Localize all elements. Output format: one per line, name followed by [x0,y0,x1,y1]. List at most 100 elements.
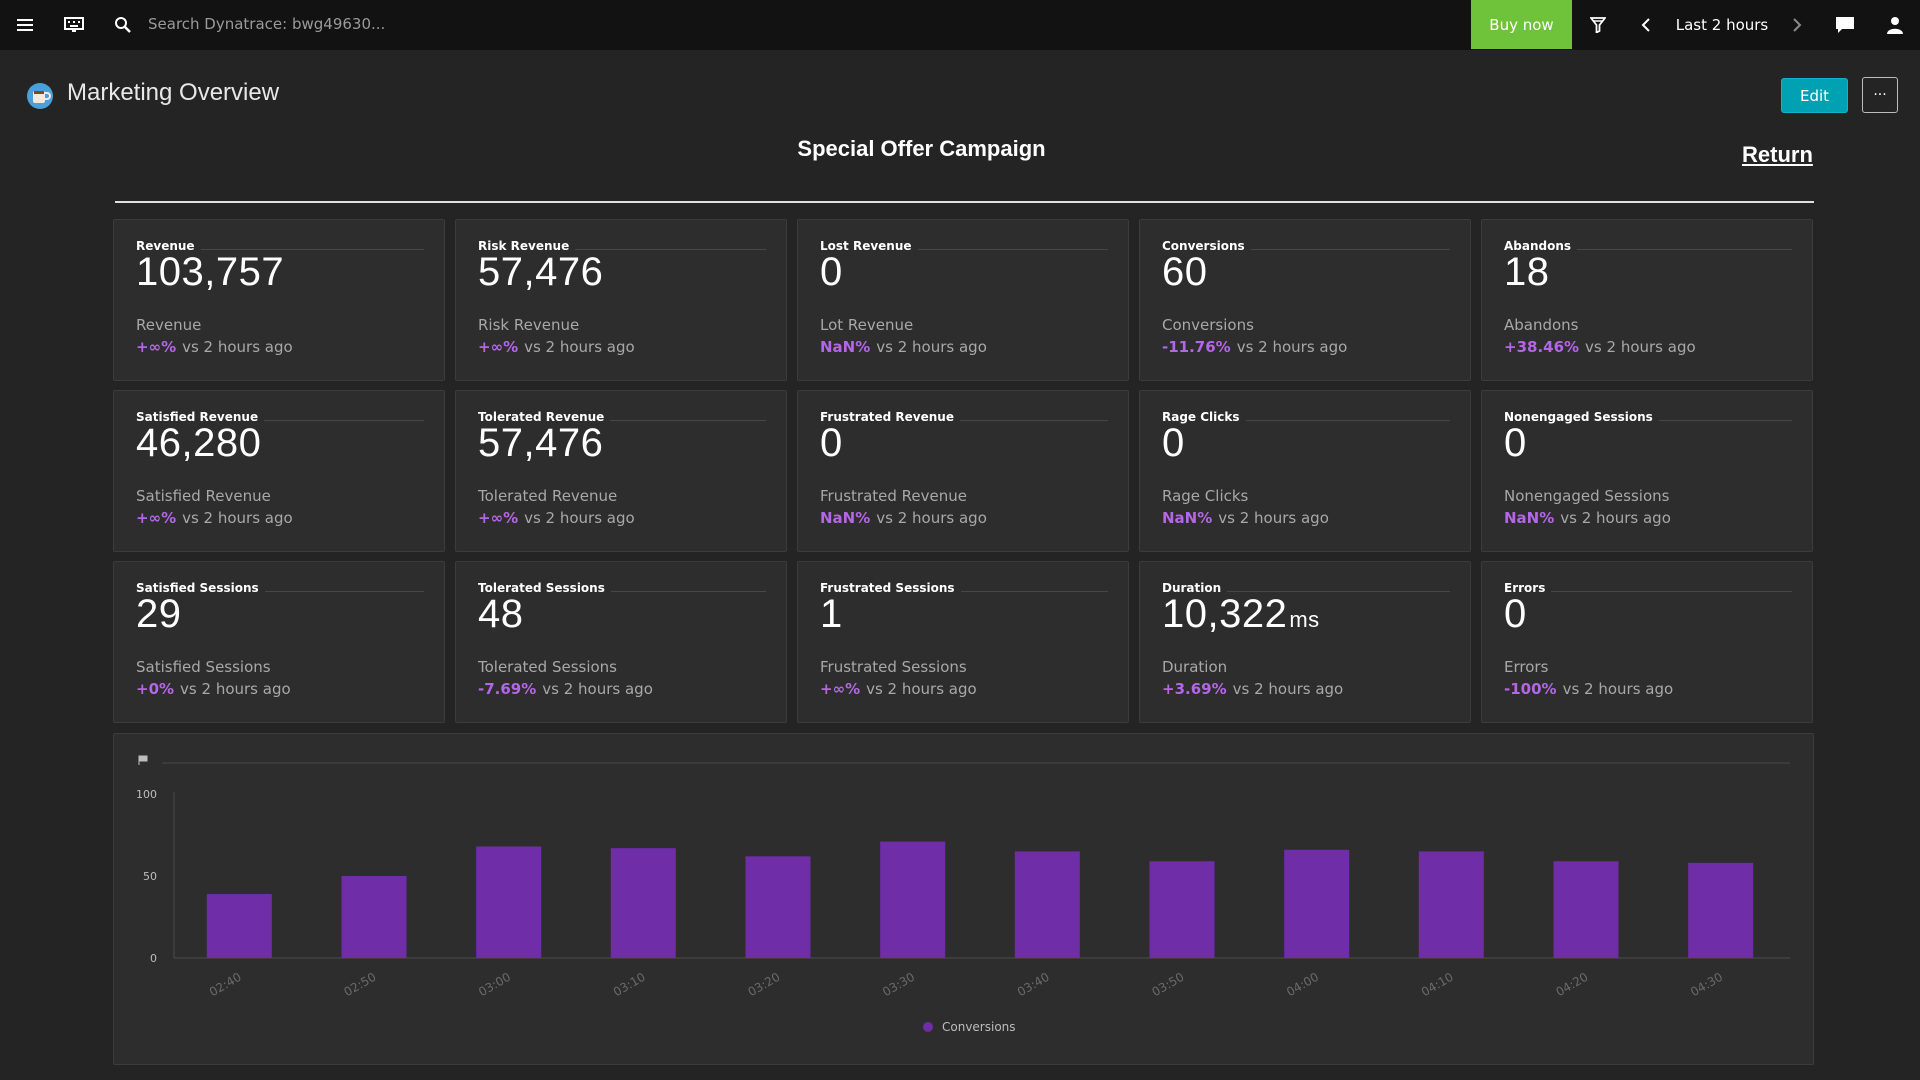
metric-tile[interactable]: Frustrated Sessions 1 Frustrated Sessions +… [797,561,1129,723]
tile-delta-percent: +∞% [136,509,177,527]
tile-delta-suffix: vs 2 hours ago [866,680,977,698]
tile-value: 0 [820,250,843,295]
tile-title-rule [264,420,424,421]
tile-delta-percent: +0% [136,680,175,698]
tile-title-rule [960,420,1108,421]
chevron-right-icon[interactable] [1789,0,1805,50]
more-options-button[interactable]: ··· [1862,77,1898,113]
return-link[interactable]: Return [1742,142,1813,168]
tile-value-number: 18 [1504,250,1550,294]
tile-subtitle: Nonengaged Sessions [1504,487,1670,505]
legend-swatch [923,1022,933,1032]
metric-tile[interactable]: Rage Clicks 0 Rage Clicks NaN% vs 2 hours ag… [1139,390,1471,552]
page-title: Marketing Overview [67,79,280,106]
tile-value: 0 [1162,421,1185,466]
tile-title-rule [610,420,766,421]
tile-value-number: 29 [136,592,182,636]
tile-value: 1 [820,592,843,637]
chart-bar [1149,861,1215,958]
tile-delta: NaN% vs 2 hours ago [1504,509,1671,527]
chart-bar [610,848,676,958]
tile-delta-suffix: vs 2 hours ago [182,338,293,356]
tile-value-number: 60 [1162,250,1208,294]
metric-tile[interactable]: Frustrated Revenue 0 Frustrated Revenue NaN… [797,390,1129,552]
tile-title-rule [918,249,1108,250]
tile-value: 57,476 [478,421,603,466]
chart-bar [880,841,946,958]
x-tick-label: 03:50 [1150,970,1187,999]
tile-delta: -7.69% vs 2 hours ago [478,680,653,698]
chat-icon[interactable] [1834,0,1856,50]
user-icon[interactable] [1884,0,1906,50]
y-tick-label: 0 [150,952,157,965]
x-tick-label: 02:50 [342,970,379,999]
tile-delta: +∞% vs 2 hours ago [478,509,635,527]
metric-tile[interactable]: Satisfied Sessions 29 Satisfied Sessions +0… [113,561,445,723]
conversions-bar-chart: 100 50 0 02:40 02:50 03:00 03:10 03:20 03:30 03:4… [136,755,1790,1034]
campaign-title: Special Offer Campaign [797,136,1046,161]
timeframe-selector[interactable]: Last 2 hours [1662,0,1782,50]
tile-delta-percent: NaN% [1504,509,1555,527]
tile-title-rule [961,591,1108,592]
metric-tile[interactable]: Nonengaged Sessions 0 Nonengaged Sessions N… [1481,390,1813,552]
tile-value: 48 [478,592,524,637]
chart-bar [1688,862,1754,958]
tile-delta: +∞% vs 2 hours ago [478,338,635,356]
tile-subtitle: Abandons [1504,316,1579,334]
tile-title-rule [611,591,766,592]
tile-delta-suffix: vs 2 hours ago [542,680,653,698]
tile-subtitle: Rage Clicks [1162,487,1249,505]
tile-delta-suffix: vs 2 hours ago [1562,680,1674,698]
search-icon[interactable] [112,0,134,50]
chart-bar [206,894,272,958]
tile-subtitle: Risk Revenue [478,316,580,334]
tile-delta-percent: NaN% [1162,509,1213,527]
tile-subtitle: Conversions [1162,316,1254,334]
metric-tile[interactable]: Satisfied Revenue 46,280 Satisfied Revenue… [113,390,445,552]
tile-value: 0 [820,421,843,466]
metric-tile[interactable]: Conversions 60 Conversions -11.76% vs 2 hour… [1139,219,1471,381]
tile-subtitle: Errors [1504,658,1549,676]
metric-tile[interactable]: Errors 0 Errors -100% vs 2 hours ago [1481,561,1813,723]
flag-icon [138,755,148,765]
search-input[interactable]: Search Dynatrace: bwg49630... [148,15,385,33]
tile-delta-percent: -100% [1504,680,1557,698]
x-tick-label: 03:00 [476,970,513,999]
tile-subtitle: Revenue [136,316,202,334]
tile-subtitle: Tolerated Sessions [478,658,617,676]
tile-title-rule [1246,420,1450,421]
chart-bar [341,876,407,958]
metric-tile[interactable]: Abandons 18 Abandons +38.46% vs 2 hours ago [1481,219,1813,381]
edit-button[interactable]: Edit [1781,78,1848,113]
metric-tile[interactable]: Lost Revenue 0 Lot Revenue NaN% vs 2 hours a… [797,219,1129,381]
top-navigation-bar: Search Dynatrace: bwg49630... Buy now La… [0,0,1920,50]
y-tick-label: 50 [143,870,157,883]
tile-subtitle: Duration [1162,658,1228,676]
tile-delta: +∞% vs 2 hours ago [820,680,977,698]
tile-delta-suffix: vs 2 hours ago [524,509,635,527]
tile-title-rule [1551,591,1792,592]
keyboard-icon[interactable] [62,0,86,50]
tile-value: 0 [1504,592,1527,637]
tile-value-number: 0 [1162,421,1185,465]
tile-value: 18 [1504,250,1550,295]
buy-now-button[interactable]: Buy now [1471,0,1572,49]
metric-tile[interactable]: Revenue 103,757 Revenue +∞% vs 2 hours ago [113,219,445,381]
tile-title-rule [1577,249,1792,250]
metric-tile[interactable]: Risk Revenue 57,476 Risk Revenue +∞% vs 2 ho… [455,219,787,381]
tile-subtitle: Lot Revenue [820,316,914,334]
tile-delta: +∞% vs 2 hours ago [136,509,293,527]
tile-delta-suffix: vs 2 hours ago [1218,509,1329,527]
tile-delta: +38.46% vs 2 hours ago [1504,338,1696,356]
tile-value-number: 103,757 [136,250,285,294]
metric-tile[interactable]: Duration 10,322ms Duration +3.69% vs 2 hours… [1139,561,1471,723]
tile-subtitle: Satisfied Sessions [136,658,271,676]
chevron-left-icon[interactable] [1638,0,1654,50]
metric-tile[interactable]: Tolerated Revenue 57,476 Tolerated Revenue… [455,390,787,552]
metric-tile[interactable]: Tolerated Sessions 48 Tolerated Sessions -7… [455,561,787,723]
tile-value-number: 0 [1504,592,1527,636]
menu-icon[interactable] [12,0,38,50]
tile-delta-suffix: vs 2 hours ago [1585,338,1696,356]
tile-delta: +∞% vs 2 hours ago [136,338,293,356]
filter-icon[interactable] [1588,0,1608,50]
